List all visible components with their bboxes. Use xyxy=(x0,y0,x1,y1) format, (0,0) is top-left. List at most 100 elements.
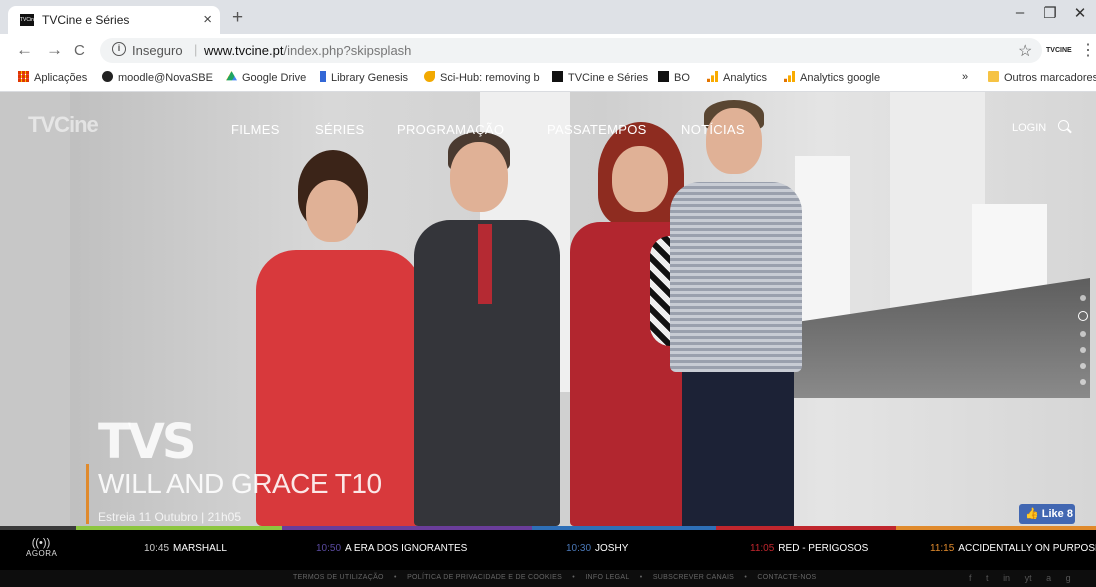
bookmark-analytics[interactable]: Analytics xyxy=(707,71,767,84)
slide-dot[interactable] xyxy=(1080,347,1086,353)
bookmarks-bar: Aplicações moodle@NovaSBE Google Drive L… xyxy=(0,66,1096,92)
schedule-time: 10:45 xyxy=(144,543,170,554)
backdrop-wall xyxy=(0,92,70,526)
schedule-item[interactable]: 10:45 MARSHALL xyxy=(144,543,227,554)
footer-links: TERMOS DE UTILIZAÇÃO • POLÍTICA DE PRIVA… xyxy=(293,574,825,581)
footer-separator: • xyxy=(744,574,748,581)
schedule-time: 10:30 xyxy=(566,543,592,554)
analytics-icon xyxy=(707,71,718,82)
tab-close-icon[interactable]: × xyxy=(203,11,212,28)
tvcine-favicon-icon: TVCine xyxy=(20,14,37,26)
bookmark-tvcine[interactable]: TVCine e Séries xyxy=(552,71,648,84)
bookmark-label: Google Drive xyxy=(242,72,307,84)
nav-passatempos[interactable]: PASSATEMPOS xyxy=(547,122,647,137)
security-label: Inseguro xyxy=(132,43,183,58)
schedule-item[interactable]: 11:05 RED - PERIGOSOS xyxy=(750,543,868,554)
search-icon[interactable] xyxy=(1058,120,1069,131)
cast-member-dark-suit xyxy=(412,132,562,526)
footer-link-legal[interactable]: INFO LEGAL xyxy=(585,574,629,581)
show-title[interactable]: WILL AND GRACE T10 xyxy=(98,468,382,500)
bookmark-label: Analytics google xyxy=(800,72,881,84)
apps-grid-icon xyxy=(18,71,29,82)
slide-dot[interactable] xyxy=(1080,363,1086,369)
tvcine-logo[interactable]: TVCine xyxy=(28,112,99,138)
slide-indicators xyxy=(1078,295,1088,395)
browser-tab-strip: TVCine TVCine e Séries × + – ❐ ✕ xyxy=(0,0,1096,34)
footer-separator: • xyxy=(639,574,643,581)
bookmark-analytics-google[interactable]: Analytics google xyxy=(784,71,880,84)
address-separator: | xyxy=(194,42,198,57)
schedule-title: MARSHALL xyxy=(173,543,227,554)
forward-button[interactable]: → xyxy=(46,40,63,60)
info-icon[interactable]: i xyxy=(112,42,126,56)
analytics-icon xyxy=(784,71,795,82)
footer-link-subscribe[interactable]: SUBSCREVER CANAIS xyxy=(653,574,734,581)
bookmark-label: Sci-Hub: removing b xyxy=(440,72,540,84)
schedule-title: A ERA DOS IGNORANTES xyxy=(345,543,468,554)
browser-toolbar: ← → C i Inseguro | www.tvcine.pt/index.p… xyxy=(0,34,1096,66)
logo-text: TVCine xyxy=(28,112,99,137)
site-footer: TERMOS DE UTILIZAÇÃO • POLÍTICA DE PRIVA… xyxy=(0,570,1096,587)
bookmark-star-icon[interactable]: ☆ xyxy=(1018,41,1032,61)
bookmark-moodle[interactable]: moodle@NovaSBE xyxy=(102,71,213,84)
facebook-like-button[interactable]: 👍 Like 8 xyxy=(1019,504,1075,524)
show-premiere-date: Estreia 11 Outubro | 21h05 xyxy=(98,510,241,524)
nav-programacao[interactable]: PROGRAMAÇÃO xyxy=(397,122,504,137)
back-button[interactable]: ← xyxy=(16,40,33,60)
slide-dot[interactable] xyxy=(1080,295,1086,301)
new-tab-button[interactable]: + xyxy=(232,7,243,29)
nav-noticias[interactable]: NOTÍCIAS xyxy=(681,122,745,137)
bookmarks-overflow-button[interactable]: » xyxy=(962,71,968,83)
schedule-title: ACCIDENTALLY ON PURPOSE xyxy=(958,543,1096,554)
schedule-time: 10:50 xyxy=(316,543,342,554)
cast-member-plaid-shirt xyxy=(660,100,810,526)
nav-filmes[interactable]: FILMES xyxy=(231,122,280,137)
browser-tab[interactable]: TVCine TVCine e Séries × xyxy=(8,6,220,34)
twitter-icon[interactable]: t xyxy=(986,573,989,583)
now-indicator[interactable]: ((•)) AGORA xyxy=(26,537,57,558)
tvcine-extension-icon[interactable]: TVCINE xyxy=(1046,47,1072,54)
bookmark-other-folder[interactable]: Outros marcadores xyxy=(988,71,1096,84)
apple-icon[interactable]: a xyxy=(1046,573,1051,583)
tvcine-icon xyxy=(658,71,669,82)
bookmark-label: Library Genesis xyxy=(331,72,409,84)
scihub-icon xyxy=(424,71,435,82)
footer-link-terms[interactable]: TERMOS DE UTILIZAÇÃO xyxy=(293,574,384,581)
browser-menu-icon[interactable]: ⋮ xyxy=(1080,40,1096,60)
title-accent-bar xyxy=(86,464,89,524)
like-count: Like 8 xyxy=(1041,508,1073,520)
youtube-icon[interactable]: yt xyxy=(1025,573,1032,583)
bookmark-label: Outros marcadores xyxy=(1004,72,1096,84)
schedule-item[interactable]: 10:30 JOSHY xyxy=(566,543,628,554)
bookmark-label: BO xyxy=(674,72,690,84)
bookmark-apps[interactable]: Aplicações xyxy=(18,71,87,84)
library-icon xyxy=(320,71,326,82)
tvcine-icon xyxy=(552,71,563,82)
footer-link-contact[interactable]: CONTACTE-NOS xyxy=(757,574,816,581)
social-links: f t in yt a g xyxy=(969,573,1083,583)
footer-separator: • xyxy=(394,574,397,581)
schedule-time: 11:05 xyxy=(750,543,775,554)
close-window-button[interactable]: ✕ xyxy=(1062,4,1096,22)
footer-link-privacy[interactable]: POLÍTICA DE PRIVACIDADE E DE COOKIES xyxy=(407,574,562,581)
schedule-item[interactable]: 10:50 A ERA DOS IGNORANTES xyxy=(316,543,467,554)
bookmark-library-genesis[interactable]: Library Genesis xyxy=(320,71,408,84)
schedule-title: RED - PERIGOSOS xyxy=(778,543,869,554)
instagram-icon[interactable]: in xyxy=(1003,573,1010,583)
login-link[interactable]: LOGIN xyxy=(1012,122,1046,134)
bookmark-label: Aplicações xyxy=(34,72,88,84)
bookmark-google-drive[interactable]: Google Drive xyxy=(226,71,306,84)
nav-series[interactable]: SÉRIES xyxy=(315,122,364,137)
slide-dot[interactable] xyxy=(1080,331,1086,337)
bookmark-label: Analytics xyxy=(723,72,768,84)
facebook-icon[interactable]: f xyxy=(969,573,972,583)
reload-button[interactable]: C xyxy=(74,42,85,59)
schedule-item[interactable]: 11:15 ACCIDENTALLY ON PURPOSE xyxy=(930,543,1096,554)
address-bar[interactable]: i Inseguro | www.tvcine.pt/index.php?ski… xyxy=(100,38,1042,63)
thumbs-up-icon: 👍 xyxy=(1025,508,1039,520)
bookmark-sci-hub[interactable]: Sci-Hub: removing b xyxy=(424,71,540,84)
slide-dot[interactable] xyxy=(1078,311,1088,321)
android-icon[interactable]: g xyxy=(1066,573,1071,583)
slide-dot[interactable] xyxy=(1080,379,1086,385)
bookmark-bo[interactable]: BO xyxy=(658,71,690,84)
